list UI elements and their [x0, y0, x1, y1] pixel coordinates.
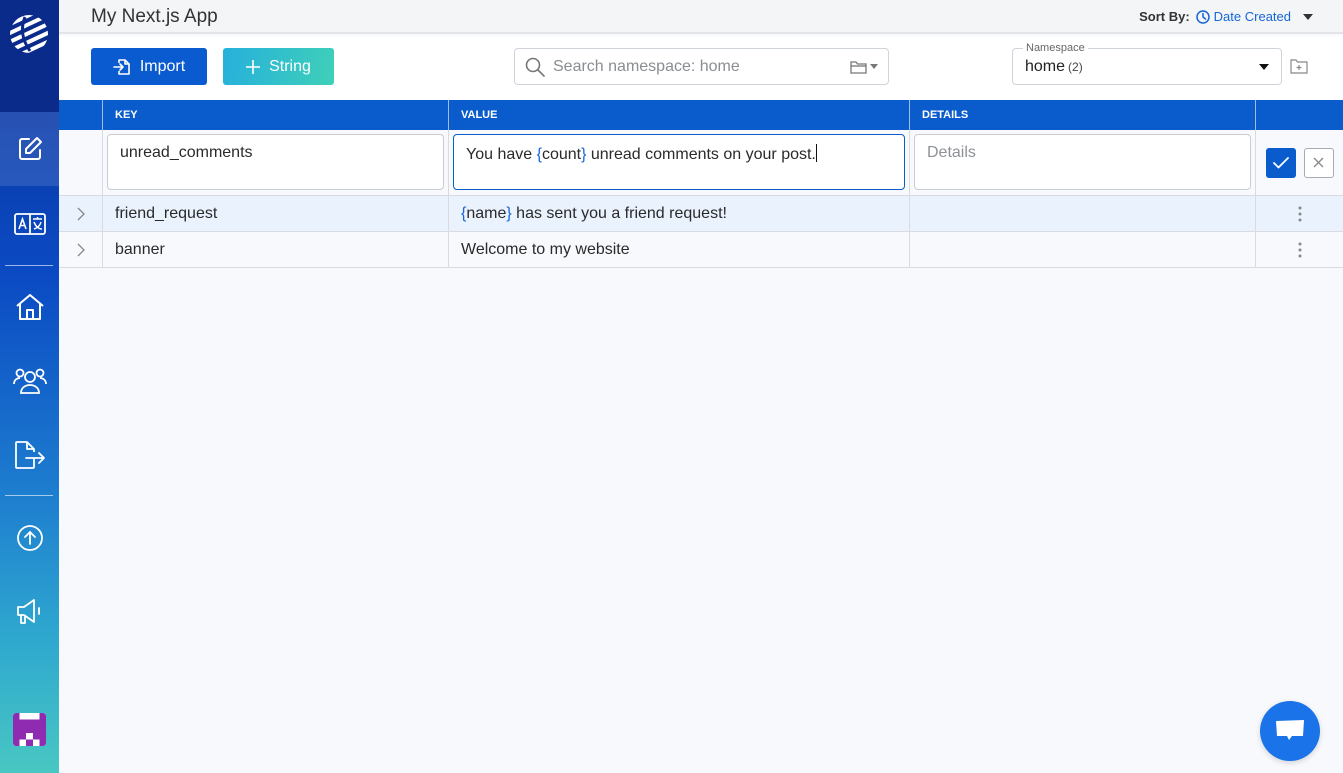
- arrow-up-circle-icon: [16, 525, 43, 551]
- search-input[interactable]: [553, 57, 842, 76]
- row-value: {name} has sent you a friend request!: [449, 196, 910, 231]
- search-box: [514, 48, 889, 85]
- sidebar: [0, 0, 59, 773]
- text-cursor: [815, 144, 817, 162]
- toolbar: Import String Namespace home(2): [59, 36, 1343, 100]
- chat-bubble-icon: [1276, 720, 1304, 740]
- value-text: You have: [466, 146, 537, 163]
- value-input[interactable]: You have {count} unread comments on your…: [453, 134, 905, 190]
- row-spacer: [59, 130, 103, 195]
- header-key: KEY: [103, 100, 449, 130]
- sort-control: Sort By: Date Created: [1139, 9, 1313, 24]
- folder-plus-icon: [1290, 59, 1308, 74]
- row-details: [910, 232, 1256, 267]
- sort-label: Sort By:: [1139, 9, 1190, 24]
- namespace-filter-dropdown[interactable]: [850, 60, 878, 74]
- details-input[interactable]: Details: [914, 134, 1251, 190]
- table-row[interactable]: banner Welcome to my website: [59, 232, 1343, 268]
- translate-icon: [13, 213, 46, 235]
- logo[interactable]: [0, 0, 59, 112]
- check-icon: [1272, 156, 1289, 168]
- sort-value: Date Created: [1213, 9, 1291, 24]
- clock-icon: [1195, 9, 1210, 24]
- megaphone-icon: [16, 599, 40, 624]
- header-details: DETAILS: [910, 100, 1256, 130]
- value-text-group: {name} has sent you a friend request!: [461, 205, 727, 223]
- sidebar-item-home[interactable]: [0, 270, 59, 344]
- value-text: count: [541, 146, 582, 163]
- more-vertical-icon: [1298, 242, 1301, 257]
- import-button[interactable]: Import: [91, 48, 207, 85]
- header-value: VALUE: [449, 100, 910, 130]
- plus-icon: [246, 59, 261, 74]
- sidebar-divider: [5, 265, 53, 266]
- chevron-down-icon: [1259, 64, 1269, 70]
- sidebar-item-editor[interactable]: [0, 112, 59, 186]
- expand-button[interactable]: [59, 196, 103, 231]
- close-icon: [1313, 157, 1324, 168]
- cancel-button[interactable]: [1303, 147, 1334, 178]
- app-title: My Next.js App: [91, 6, 218, 27]
- row-menu-button[interactable]: [1256, 232, 1343, 267]
- row-details: [910, 196, 1256, 231]
- title-bar: My Next.js App Sort By: Date Created: [59, 0, 1343, 34]
- row-menu-button[interactable]: [1256, 196, 1343, 231]
- sidebar-item-upgrade[interactable]: [0, 501, 59, 575]
- header-actions: [1256, 100, 1343, 130]
- strings-table: KEY VALUE DETAILS unread_comments You ha…: [59, 100, 1343, 268]
- add-string-label: String: [269, 57, 311, 75]
- chevron-down-icon: [870, 64, 878, 69]
- file-export-icon: [14, 441, 45, 469]
- add-namespace-button[interactable]: [1290, 58, 1308, 79]
- import-icon: [113, 58, 130, 75]
- value-text: name: [466, 204, 507, 222]
- more-vertical-icon: [1298, 206, 1301, 221]
- expand-button[interactable]: [59, 232, 103, 267]
- namespace-count: (2): [1068, 60, 1083, 74]
- table-row[interactable]: friend_request {name} has sent you a fri…: [59, 196, 1343, 232]
- edit-icon: [18, 137, 42, 160]
- sidebar-item-translations[interactable]: [0, 187, 59, 261]
- value-text-group: Welcome to my website: [461, 241, 630, 259]
- sidebar-item-announcements[interactable]: [0, 575, 59, 649]
- chat-widget-button[interactable]: [1260, 701, 1320, 761]
- namespace-select[interactable]: Namespace home (2): [1012, 42, 1282, 85]
- sort-dropdown[interactable]: Date Created: [1195, 9, 1313, 24]
- namespace-name: home: [1025, 58, 1066, 75]
- row-key: banner: [103, 232, 449, 267]
- chevron-down-icon: [1303, 13, 1313, 20]
- confirm-button[interactable]: [1265, 147, 1296, 178]
- home-icon: [15, 294, 44, 320]
- row-value: Welcome to my website: [449, 232, 910, 267]
- sidebar-item-team[interactable]: [0, 344, 59, 418]
- folder-icon: [850, 60, 867, 74]
- globe-logo-icon: [10, 15, 48, 53]
- value-input-text: You have {count} unread comments on your…: [466, 146, 816, 163]
- add-string-button[interactable]: String: [223, 48, 334, 85]
- value-text: has sent you a friend request!: [511, 204, 727, 222]
- row-key: friend_request: [103, 196, 449, 231]
- user-avatar[interactable]: [13, 713, 46, 746]
- search-icon: [525, 57, 545, 77]
- sidebar-item-export[interactable]: [0, 418, 59, 492]
- chevron-right-icon: [77, 207, 85, 220]
- sidebar-divider: [5, 495, 53, 496]
- header-expand: [59, 100, 103, 130]
- users-icon: [12, 368, 47, 394]
- namespace-label: Namespace: [1023, 42, 1088, 54]
- namespace-value: home (2): [1025, 58, 1083, 76]
- new-string-row: unread_comments You have {count} unread …: [59, 130, 1343, 196]
- table-header: KEY VALUE DETAILS: [59, 100, 1343, 130]
- key-input[interactable]: unread_comments: [107, 134, 444, 190]
- avatar-identicon-icon: [13, 713, 46, 746]
- value-text: Welcome to my website: [461, 240, 630, 258]
- chevron-right-icon: [77, 243, 85, 256]
- value-text: unread comments on your post.: [586, 146, 816, 163]
- import-label: Import: [139, 57, 186, 75]
